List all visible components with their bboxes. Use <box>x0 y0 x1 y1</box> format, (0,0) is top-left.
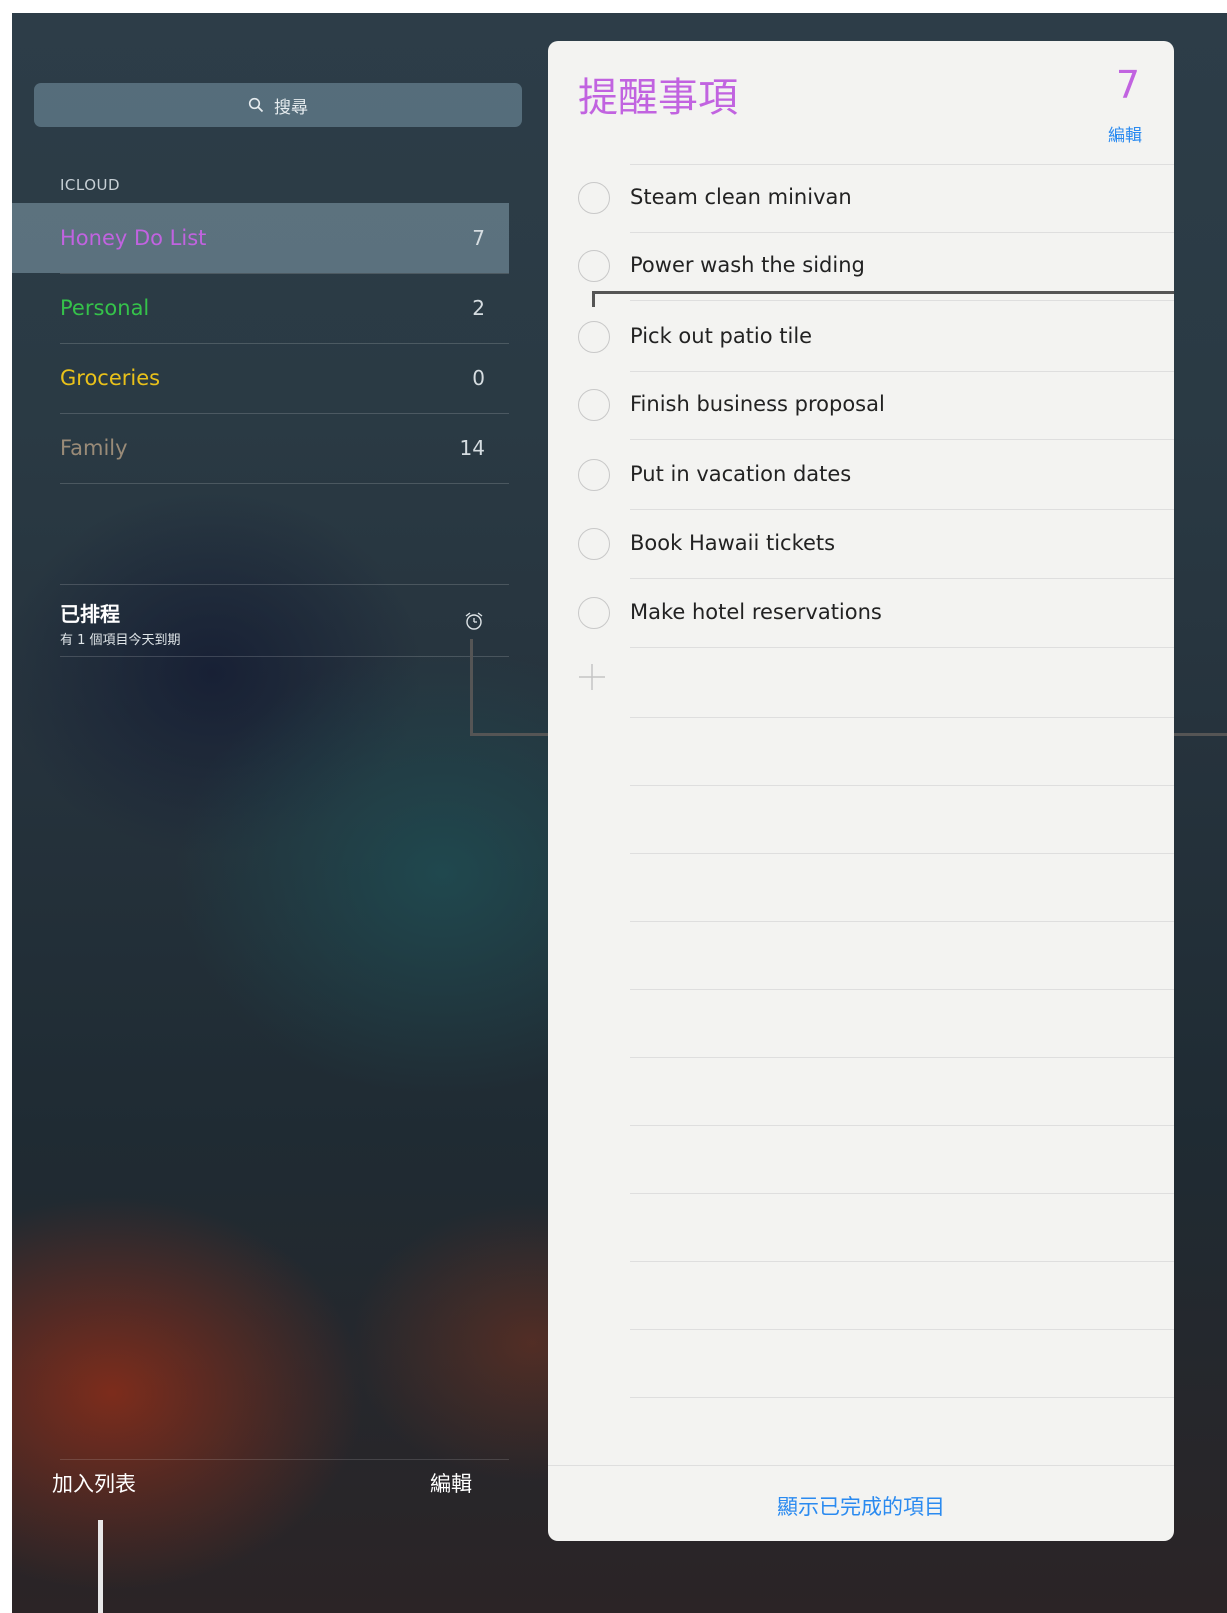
task-checkbox[interactable] <box>578 182 610 214</box>
divider <box>60 483 509 484</box>
add-reminder-plus-icon[interactable] <box>576 661 608 693</box>
divider <box>630 1193 1174 1194</box>
list-count: 2 <box>472 296 485 320</box>
divider <box>630 300 1174 301</box>
task-row[interactable]: Steam clean minivan <box>548 164 1174 232</box>
task-row[interactable]: Make hotel reservations <box>548 579 1174 647</box>
callout-line <box>98 1520 103 1613</box>
list-count: 14 <box>459 436 485 460</box>
divider <box>630 1057 1174 1058</box>
panel-count: 7 <box>1115 63 1140 107</box>
callout-line <box>592 291 1174 294</box>
list-item-personal[interactable]: Personal 2 <box>12 273 509 343</box>
divider <box>630 785 1174 786</box>
search-field[interactable]: 搜尋 <box>34 83 522 127</box>
task-row[interactable]: Put in vacation dates <box>548 441 1174 509</box>
task-row[interactable]: Book Hawaii tickets <box>548 510 1174 578</box>
task-text: Book Hawaii tickets <box>630 531 836 555</box>
list-name: Honey Do List <box>60 226 207 250</box>
task-checkbox[interactable] <box>578 459 610 491</box>
divider <box>60 584 509 585</box>
scheduled-list[interactable]: 已排程 有 1 個項目今天到期 <box>12 588 509 656</box>
task-checkbox[interactable] <box>578 250 610 282</box>
task-text: Power wash the siding <box>630 253 865 277</box>
list-count: 0 <box>472 366 485 390</box>
divider <box>630 717 1174 718</box>
task-checkbox[interactable] <box>578 528 610 560</box>
footer-divider <box>60 1459 509 1460</box>
task-row[interactable]: Pick out patio tile <box>548 303 1174 371</box>
task-text: Make hotel reservations <box>630 600 882 624</box>
divider <box>60 656 509 657</box>
list-item-family[interactable]: Family 14 <box>12 413 509 483</box>
divider <box>630 1125 1174 1126</box>
task-checkbox[interactable] <box>578 321 610 353</box>
divider <box>630 921 1174 922</box>
divider <box>630 1329 1174 1330</box>
task-text: Put in vacation dates <box>630 462 852 486</box>
reminders-panel: 提醒事項 7 編輯 Steam clean minivan Power wash… <box>548 41 1174 1541</box>
divider <box>630 439 1174 440</box>
divider <box>630 647 1174 648</box>
section-header-icloud: ICLOUD <box>60 176 121 194</box>
divider <box>630 1397 1174 1398</box>
task-text: Finish business proposal <box>630 392 885 416</box>
task-row[interactable]: Finish business proposal <box>548 371 1174 439</box>
scheduled-title: 已排程 <box>60 602 120 626</box>
list-count: 7 <box>472 226 485 250</box>
list-item-honey-do[interactable]: Honey Do List 7 <box>12 203 509 273</box>
list-name: Family <box>60 436 128 460</box>
task-row[interactable]: Power wash the siding <box>548 232 1174 300</box>
divider <box>630 853 1174 854</box>
alarm-clock-icon <box>465 612 483 630</box>
panel-edit-button[interactable]: 編輯 <box>1108 121 1142 146</box>
search-icon <box>248 97 264 113</box>
list-name: Groceries <box>60 366 161 390</box>
task-text: Steam clean minivan <box>630 185 852 209</box>
list-item-groceries[interactable]: Groceries 0 <box>12 343 509 413</box>
edit-lists-button[interactable]: 編輯 <box>430 1468 472 1498</box>
add-list-button[interactable]: 加入列表 <box>52 1468 136 1498</box>
task-text: Pick out patio tile <box>630 324 813 348</box>
divider <box>630 1261 1174 1262</box>
callout-line <box>470 639 473 735</box>
task-checkbox[interactable] <box>578 597 610 629</box>
list-name: Personal <box>60 296 150 320</box>
divider <box>548 1465 1174 1466</box>
divider <box>630 989 1174 990</box>
scheduled-subtitle: 有 1 個項目今天到期 <box>60 633 181 648</box>
app-screen: 搜尋 ICLOUD Honey Do List 7 Personal 2 Gro… <box>12 13 1227 1613</box>
task-checkbox[interactable] <box>578 389 610 421</box>
panel-title: 提醒事項 <box>578 75 738 121</box>
search-placeholder: 搜尋 <box>274 97 308 118</box>
show-completed-button[interactable]: 顯示已完成的項目 <box>548 1491 1174 1521</box>
